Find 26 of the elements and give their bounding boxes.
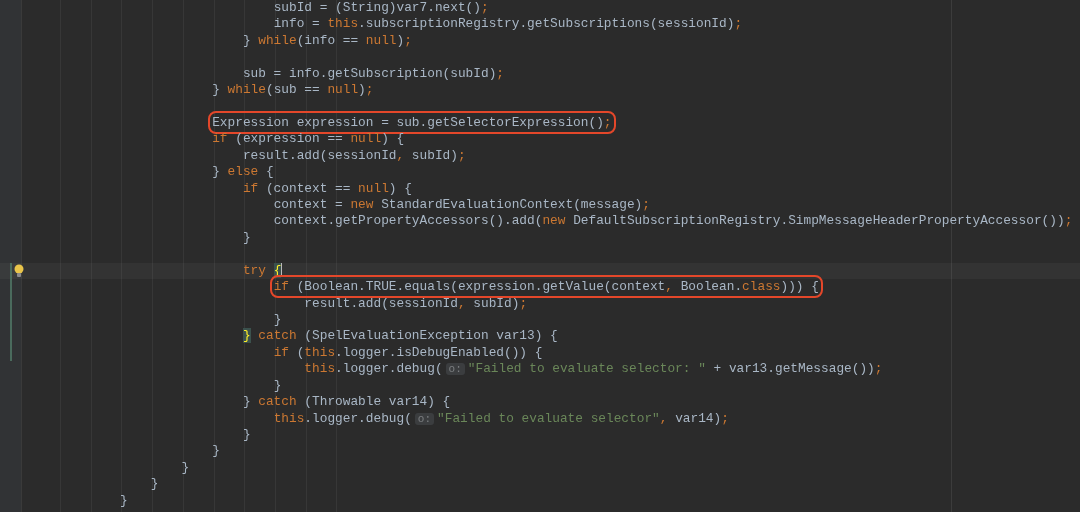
code-line: if (context == null) { [241, 180, 412, 196]
code-line: } else { [211, 164, 274, 180]
code-line: } while(info == null); [241, 32, 412, 48]
code-line: this.logger.debug( o: "Failed to evaluate selector: " + var13.getMessage()); [303, 361, 883, 377]
code-line: } [272, 312, 282, 327]
code-line: context.getPropertyAccessors().add(new DefaultSubscriptionRegistry.SimpMessageHeaderPropertyAccessor()); [272, 213, 1073, 229]
code-line: } [180, 459, 190, 475]
code-line: subId = (String)var7.next(); [272, 0, 489, 15]
code-line: info = this.subscriptionRegistry.getSubscriptions(sessionId); [272, 16, 743, 32]
code-line: } [211, 443, 220, 459]
code-line: } [241, 426, 251, 442]
code-line: context = new StandardEvaluationContext(message); [272, 197, 650, 213]
code-line: result.add(sessionId, subId); [303, 295, 528, 311]
code-line: } [119, 492, 128, 508]
code-line: sub = info.getSubscription(subId); [241, 65, 504, 81]
code-line: } [272, 377, 282, 393]
code-line: } while(sub == null); [211, 82, 374, 98]
code-line: } [241, 229, 251, 245]
lightbulb-icon[interactable] [14, 263, 24, 278]
code-editor[interactable] [0, 0, 1080, 512]
code-line: if (this.logger.isDebugEnabled()) { [272, 344, 543, 360]
code-line: result.add(sessionId, subId); [241, 147, 466, 163]
code-line: } catch (SpelEvaluationException var13) { [241, 328, 558, 344]
code-line: } catch (Throwable var14) { [241, 394, 451, 410]
code-line: if (expression == null) { [211, 131, 405, 147]
code-line: } [149, 476, 159, 492]
